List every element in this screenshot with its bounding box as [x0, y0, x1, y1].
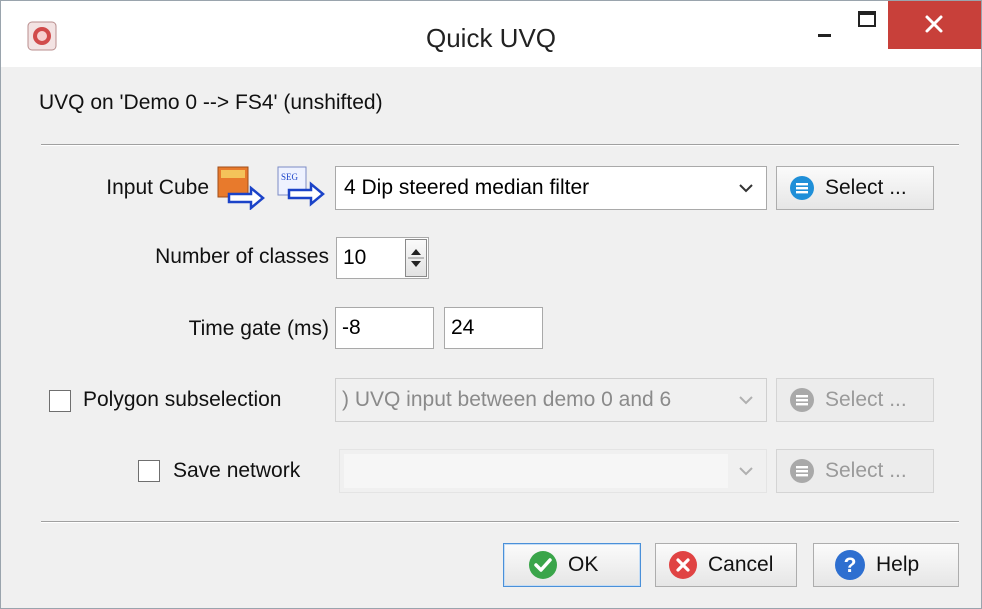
num-classes-value: 10 [343, 246, 367, 269]
seg-cube-picker-icon[interactable]: SEG [277, 166, 325, 210]
save-network-checkbox[interactable] [138, 460, 160, 482]
select-label: Select ... [825, 388, 907, 411]
quick-uvq-dialog: Quick UVQ UVQ on 'Demo 0 --> FS4' (unshi… [0, 0, 982, 609]
polygon-subselection-checkbox[interactable] [49, 390, 71, 412]
polygon-select-button[interactable]: Select ... [776, 378, 934, 422]
separator-top [41, 144, 959, 146]
time-gate-stop-value: 24 [451, 316, 475, 339]
save-network-select[interactable] [339, 449, 767, 493]
chevron-down-icon [739, 396, 753, 405]
help-icon: ? [835, 550, 865, 580]
svg-text:SEG: SEG [281, 172, 299, 182]
chevron-down-icon [739, 184, 753, 193]
minimize-button[interactable] [793, 1, 857, 51]
time-gate-start-value: -8 [342, 316, 361, 339]
help-button[interactable]: ? Help [813, 543, 959, 587]
maximize-icon [858, 11, 876, 27]
close-icon [925, 15, 943, 33]
input-cube-value: 4 Dip steered median filter [344, 176, 590, 199]
svg-text:?: ? [844, 554, 857, 577]
spin-arrows-icon [408, 249, 424, 267]
ok-button[interactable]: OK [503, 543, 641, 587]
polygon-subselection-label: Polygon subselection [83, 388, 282, 411]
select-label: Select ... [825, 459, 907, 482]
list-icon [790, 176, 814, 200]
num-classes-stepper[interactable] [405, 239, 427, 277]
input-cube-select[interactable]: 4 Dip steered median filter [335, 166, 767, 210]
input-cube-picker-icon[interactable] [217, 166, 265, 210]
save-network-value [344, 454, 728, 488]
help-label: Help [876, 553, 920, 576]
polygon-value: ) UVQ input between demo 0 and 6 [342, 388, 672, 411]
time-gate-stop-input[interactable]: 24 [444, 307, 543, 349]
time-gate-label: Time gate (ms) [188, 317, 329, 340]
select-label: Select ... [825, 176, 907, 199]
save-network-label: Save network [173, 459, 301, 482]
num-classes-label: Number of classes [155, 245, 329, 268]
minimize-icon [818, 34, 831, 37]
check-icon [529, 551, 557, 579]
close-button[interactable] [888, 1, 981, 49]
save-network-select-button[interactable]: Select ... [776, 449, 934, 493]
time-gate-start-input[interactable]: -8 [335, 307, 434, 349]
separator-bottom [41, 521, 959, 523]
chevron-down-icon [739, 467, 753, 476]
list-icon [790, 388, 814, 412]
input-cube-select-button[interactable]: Select ... [776, 166, 934, 210]
list-icon [790, 459, 814, 483]
polygon-select[interactable]: ) UVQ input between demo 0 and 6 [335, 378, 767, 422]
cancel-label: Cancel [708, 553, 774, 576]
cancel-button[interactable]: Cancel [655, 543, 797, 587]
cancel-icon [669, 551, 697, 579]
input-cube-label: Input Cube [106, 176, 209, 199]
dialog-header-text: UVQ on 'Demo 0 --> FS4' (unshifted) [39, 91, 383, 114]
ok-label: OK [568, 553, 599, 576]
title-bar: Quick UVQ [1, 1, 981, 67]
